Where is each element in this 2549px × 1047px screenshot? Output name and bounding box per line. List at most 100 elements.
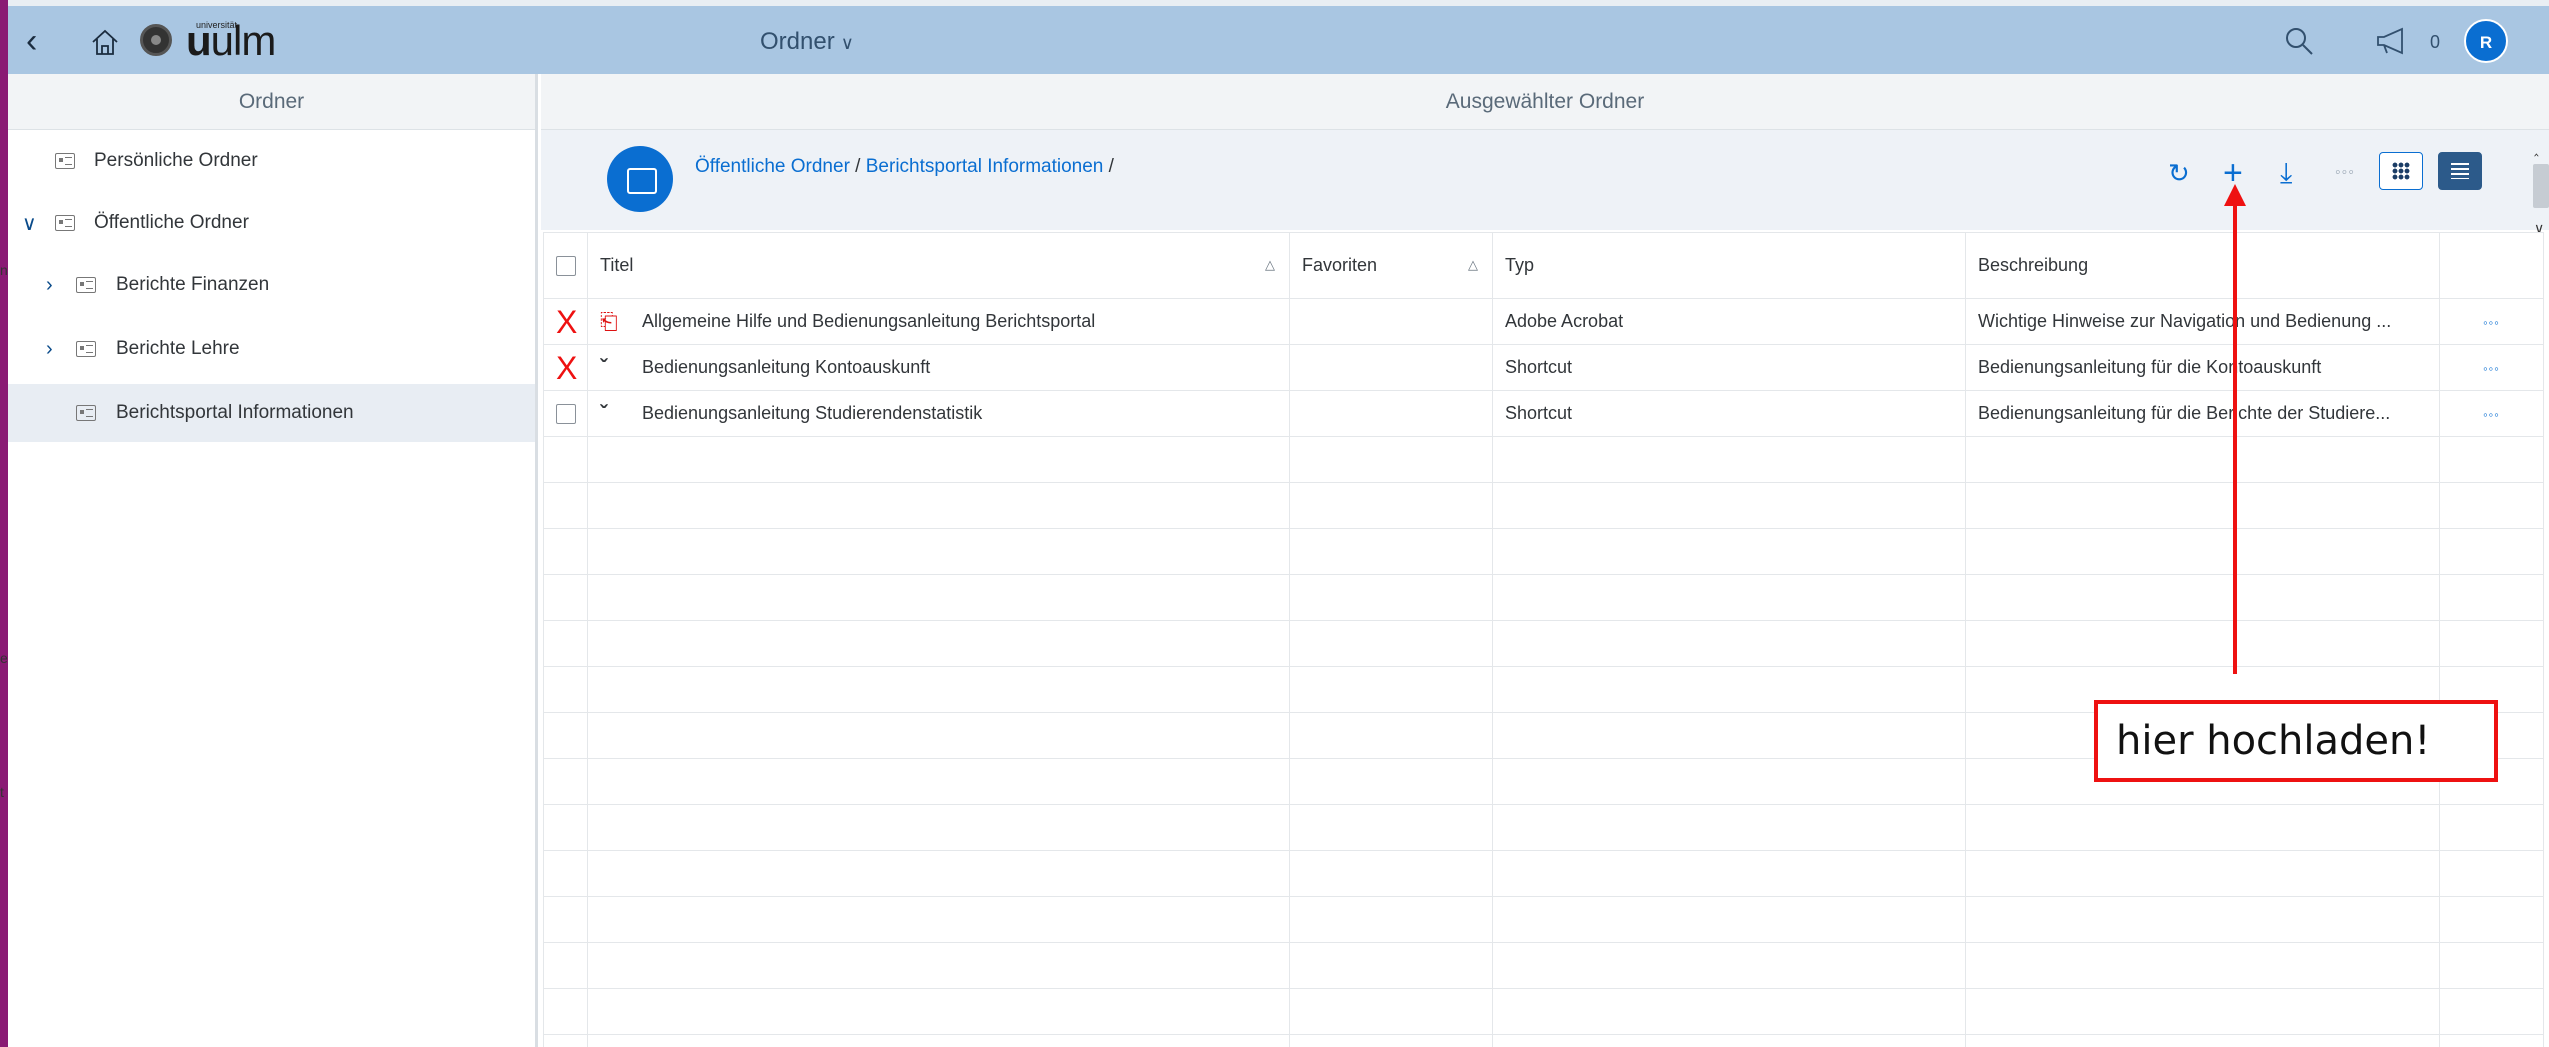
download-icon[interactable]: ⤓: [2280, 158, 2292, 188]
file-title-link[interactable]: Bedienungsanleitung Studierendenstatisti…: [642, 402, 982, 422]
file-table: Titel △ Favoriten △ Typ Beschreibung X ⎗ All…: [543, 232, 2544, 1047]
panel-title: Ausgewählter Ordner: [541, 74, 2549, 130]
refresh-icon[interactable]: ↻: [2168, 158, 2190, 188]
empty-cell: [1289, 436, 1493, 483]
empty-cell: [1965, 896, 2440, 943]
empty-cell: [2439, 850, 2544, 897]
empty-cell: [1965, 528, 2440, 575]
empty-cell: [1965, 482, 2440, 529]
file-table-container: Titel △ Favoriten △ Typ Beschreibung X ⎗ All…: [541, 232, 2549, 1047]
empty-cell: [587, 712, 1290, 759]
folder-icon: [55, 215, 75, 231]
row-select-cell[interactable]: X: [543, 344, 588, 391]
column-header-beschreibung[interactable]: Beschreibung: [1965, 232, 2440, 299]
empty-cell: [543, 804, 588, 851]
empty-cell: [1289, 850, 1493, 897]
select-all-cell: [543, 232, 588, 299]
empty-cell: [1965, 850, 2440, 897]
title-cell[interactable]: ⎗ Allgemeine Hilfe und Bedienungsanleitun…: [587, 298, 1290, 345]
selected-folder-panel: Ausgewählter Ordner Öffentliche Ordner /…: [541, 74, 2549, 1047]
notification-count: 0: [2430, 32, 2441, 52]
empty-cell: [1289, 896, 1493, 943]
back-icon[interactable]: ‹: [26, 22, 37, 61]
empty-cell: [2439, 620, 2544, 667]
empty-cell: [1289, 528, 1493, 575]
edge-fragment: n: [0, 262, 8, 278]
user-avatar[interactable]: R: [2464, 19, 2508, 63]
empty-cell: [587, 528, 1290, 575]
home-icon[interactable]: [90, 28, 120, 56]
list-view-button[interactable]: [2438, 152, 2482, 190]
breadcrumb-link-berichtsportal[interactable]: Berichtsportal Informationen: [866, 156, 1104, 177]
chevron-right-icon[interactable]: ›: [46, 274, 53, 297]
breadcrumb-link-oeffentliche-ordner[interactable]: Öffentliche Ordner: [695, 156, 850, 177]
empty-cell: [1492, 620, 1966, 667]
tree-item-berichtsportal-informationen[interactable]: Berichtsportal Informationen: [8, 384, 535, 442]
empty-cell: [587, 804, 1290, 851]
empty-cell: [1289, 482, 1493, 529]
empty-table-row: [543, 528, 2544, 575]
more-options-icon[interactable]: ◦◦◦: [2335, 164, 2355, 182]
megaphone-icon[interactable]: [2374, 26, 2410, 56]
select-all-checkbox[interactable]: [556, 256, 576, 277]
empty-cell: [2439, 436, 2544, 483]
empty-table-row: [543, 988, 2544, 1035]
empty-table-row: [543, 850, 2544, 897]
folder-badge-icon: [607, 146, 673, 212]
file-title-link[interactable]: Allgemeine Hilfe und Bedienungsanleitung…: [642, 310, 1095, 330]
description-cell: Bedienungsanleitung für die Kontoauskunf…: [1965, 344, 2440, 391]
edge-fragment: e: [0, 650, 8, 666]
title-cell[interactable]: ˇ Bedienungsanleitung Studierendenstatist…: [587, 390, 1290, 437]
title-cell[interactable]: ˇ Bedienungsanleitung Kontoauskunft: [587, 344, 1290, 391]
tree-item-berichte-lehre[interactable]: › Berichte Lehre: [8, 320, 535, 378]
empty-cell: [543, 896, 588, 943]
type-cell: Adobe Acrobat: [1492, 298, 1966, 345]
red-x-mark: X: [556, 303, 578, 340]
row-select-cell[interactable]: X: [543, 298, 588, 345]
chevron-down-icon[interactable]: ∨: [22, 211, 37, 236]
empty-cell: [1492, 850, 1966, 897]
favorite-cell: [1289, 390, 1493, 437]
app-title-menu[interactable]: Ordner ∨: [760, 28, 854, 56]
empty-cell: [587, 482, 1290, 529]
empty-cell: [1289, 804, 1493, 851]
row-more-icon[interactable]: ◦◦◦: [2483, 361, 2500, 376]
empty-cell: [1965, 942, 2440, 989]
empty-cell: [543, 850, 588, 897]
column-header-typ[interactable]: Typ: [1492, 232, 1966, 299]
university-logo[interactable]: uulm: [186, 17, 276, 65]
empty-table-row: [543, 620, 2544, 667]
chevron-right-icon[interactable]: ›: [46, 338, 53, 361]
empty-cell: [1492, 1034, 1966, 1047]
empty-cell: [543, 1034, 588, 1047]
search-icon[interactable]: [2284, 26, 2314, 56]
sort-icon[interactable]: △: [1265, 257, 1275, 273]
row-more-icon[interactable]: ◦◦◦: [2483, 407, 2500, 422]
tree-item-oeffentliche-ordner[interactable]: ∨ Öffentliche Ordner: [8, 194, 535, 252]
empty-cell: [543, 436, 588, 483]
tree-item-label: Persönliche Ordner: [94, 150, 258, 171]
empty-table-row: [543, 1034, 2544, 1047]
empty-cell: [1289, 1034, 1493, 1047]
table-row[interactable]: X ⎗ Allgemeine Hilfe und Bedienungsanleitu…: [543, 298, 2544, 345]
file-title-link[interactable]: Bedienungsanleitung Kontoauskunft: [642, 356, 930, 376]
column-header-titel[interactable]: Titel △: [587, 232, 1290, 299]
type-cell: Shortcut: [1492, 390, 1966, 437]
empty-cell: [587, 988, 1290, 1035]
grid-view-button[interactable]: [2379, 152, 2423, 190]
tree-item-persoenliche-ordner[interactable]: Persönliche Ordner: [8, 132, 535, 190]
university-seal-icon: [140, 24, 172, 56]
edge-fragment: t: [0, 784, 4, 800]
scroll-up-icon[interactable]: ‸: [2534, 140, 2539, 157]
table-row[interactable]: X ˇ Bedienungsanleitung Kontoauskunft Short…: [543, 344, 2544, 391]
red-x-mark: X: [556, 349, 578, 386]
empty-cell: [543, 528, 588, 575]
tree-item-berichte-finanzen[interactable]: › Berichte Finanzen: [8, 256, 535, 314]
scrollbar-thumb[interactable]: [2533, 164, 2549, 208]
row-checkbox[interactable]: [556, 404, 576, 425]
column-header-favoriten[interactable]: Favoriten △: [1289, 232, 1493, 299]
sort-icon[interactable]: △: [1468, 257, 1478, 273]
table-row[interactable]: ˇ Bedienungsanleitung Studierendenstatist…: [543, 390, 2544, 437]
row-select-cell[interactable]: [543, 390, 588, 437]
row-more-icon[interactable]: ◦◦◦: [2483, 315, 2500, 330]
